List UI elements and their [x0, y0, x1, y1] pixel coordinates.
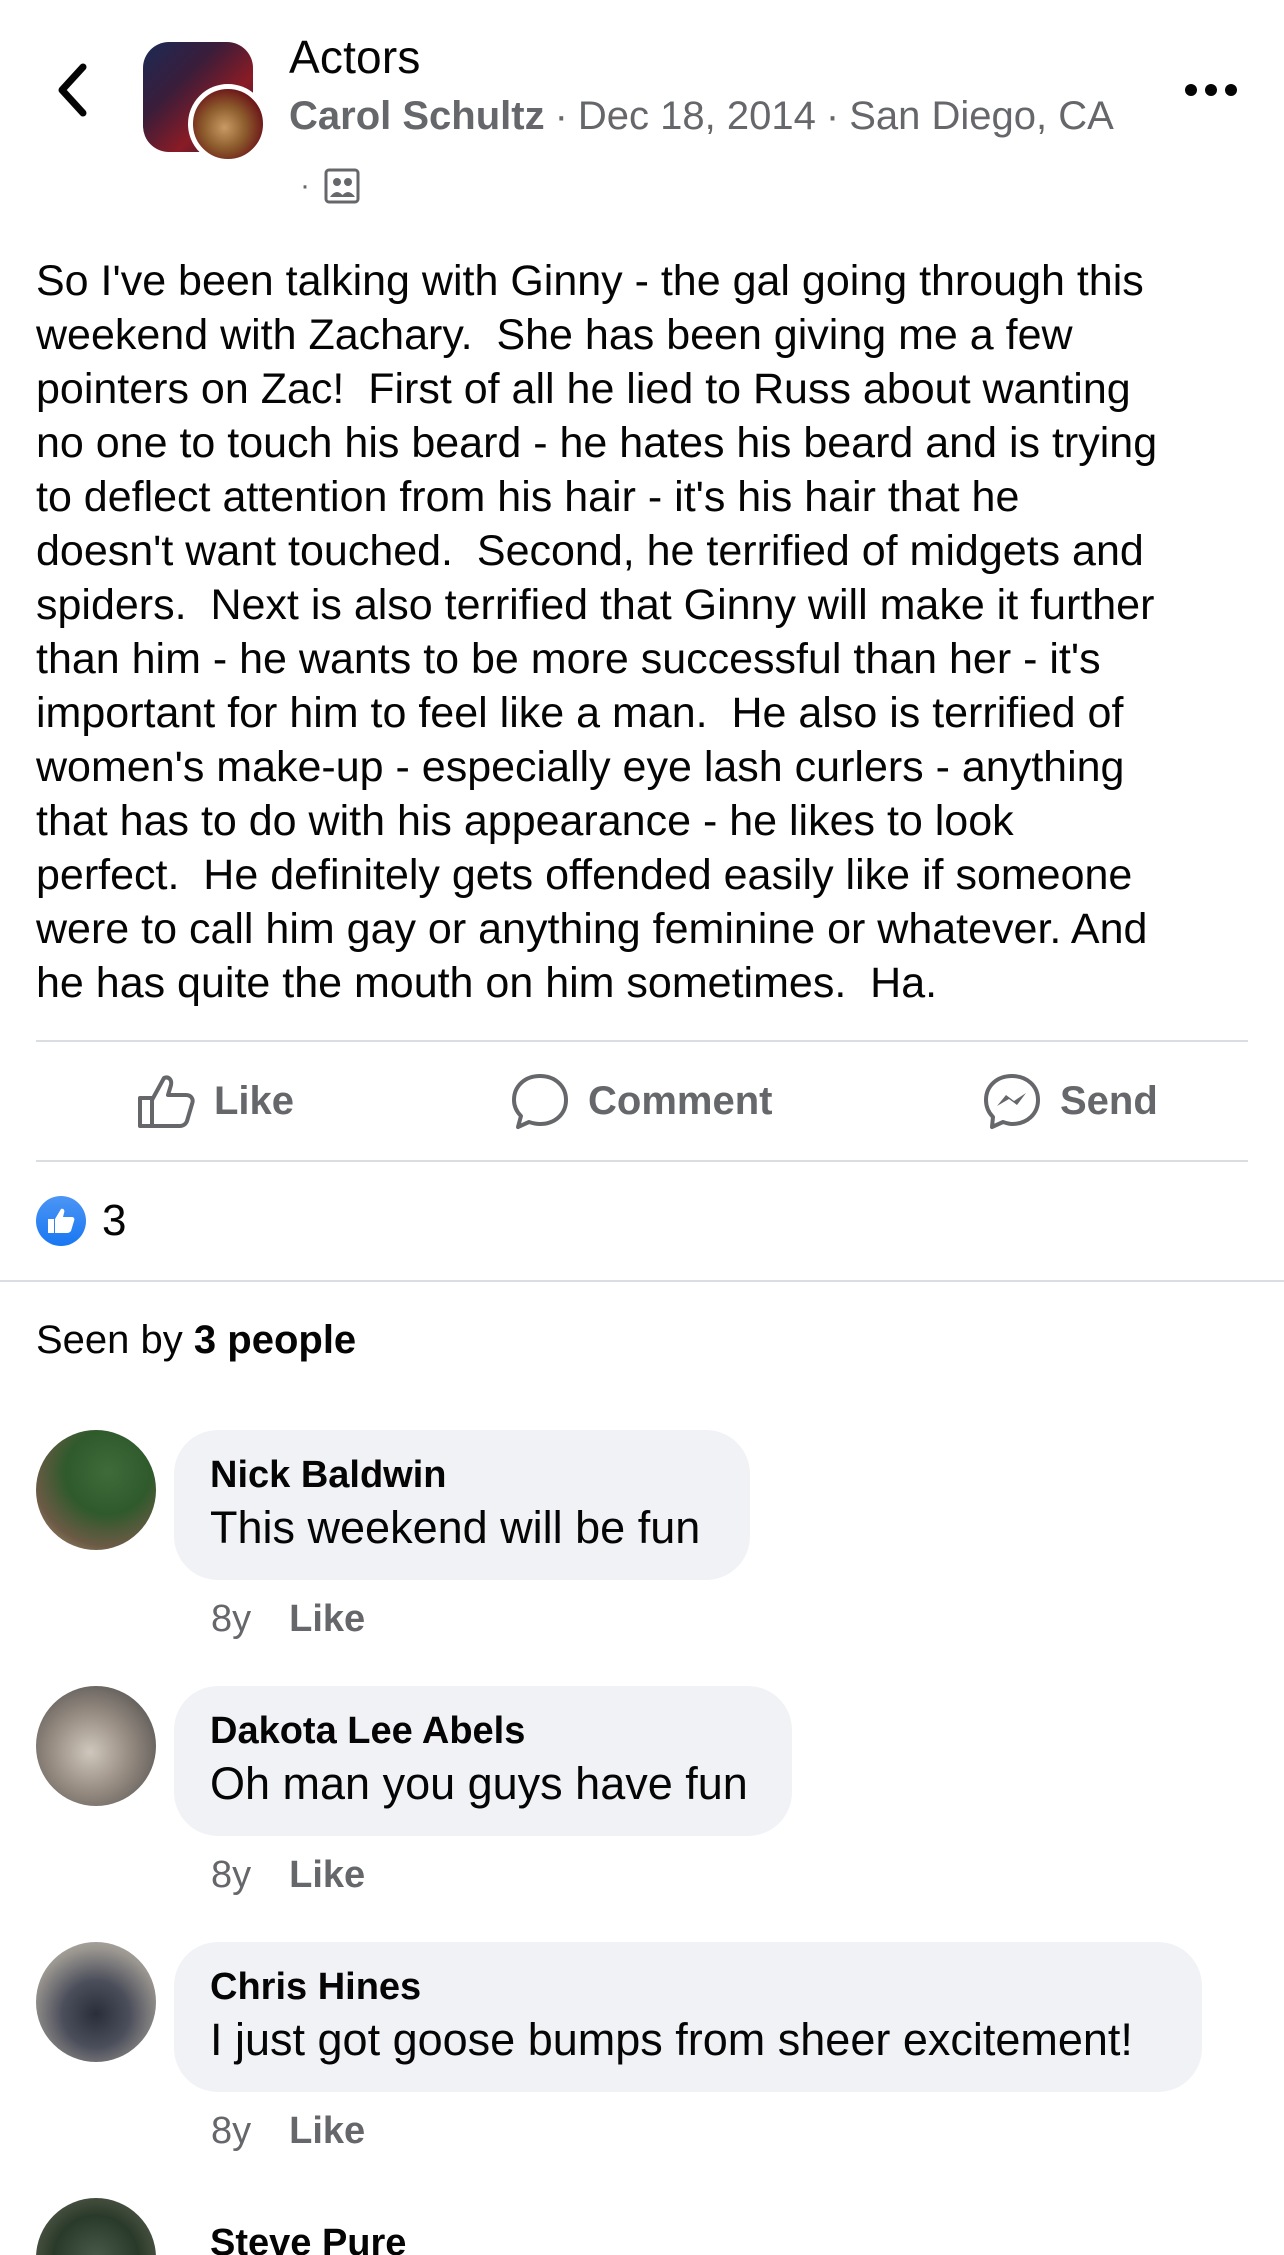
like-label: Like [214, 1078, 295, 1123]
comment-time: 8y [211, 1598, 252, 1640]
send-button[interactable]: Send [982, 1042, 1158, 1160]
commenter-name[interactable]: Nick Baldwin [210, 1452, 714, 1498]
avatar[interactable] [36, 2198, 156, 2255]
meta-separator: · [300, 169, 310, 202]
comment-meta: 8y Like [211, 1598, 365, 1641]
post-date[interactable]: Dec 18, 2014 [578, 94, 816, 138]
avatar[interactable] [36, 1686, 156, 1806]
group-members-icon [324, 168, 360, 204]
group-avatar[interactable] [143, 42, 268, 164]
more-options-button[interactable] [1180, 70, 1242, 110]
comment-meta: 8y Like [211, 2110, 365, 2153]
comment-bubble[interactable]: Chris Hines I just got goose bumps from … [174, 1942, 1202, 2092]
divider [0, 1280, 1284, 1282]
chevron-left-icon [58, 63, 87, 117]
comment-label: Comment [588, 1078, 773, 1123]
more-horizontal-icon [1185, 84, 1237, 96]
comment-button[interactable]: Comment [510, 1042, 772, 1160]
post-meta: Carol Schultz · Dec 18, 2014 · San Diego, CA [289, 94, 1114, 139]
author-avatar[interactable] [188, 84, 268, 164]
comment-time: 8y [211, 2110, 252, 2152]
comment-text: Oh man you guys have fun [210, 1758, 748, 1809]
comment-like-button[interactable]: Like [289, 2110, 365, 2153]
commenter-name[interactable]: Steve Pure [210, 2220, 478, 2255]
like-reaction-icon [36, 1196, 86, 1246]
comment-meta: 8y Like [211, 1854, 365, 1897]
comment-bubble[interactable]: Dakota Lee Abels Oh man you guys have fu… [174, 1686, 792, 1836]
author-name[interactable]: Carol Schultz [289, 94, 545, 138]
seen-by[interactable]: Seen by 3 people [36, 1318, 356, 1363]
comment-bubble[interactable]: Steve Pure [174, 2198, 514, 2255]
back-button[interactable] [50, 58, 94, 122]
seen-by-count: 3 people [193, 1318, 357, 1362]
messenger-icon [984, 1074, 1040, 1129]
post-location[interactable]: San Diego, CA [849, 94, 1114, 138]
comment-bubble[interactable]: Nick Baldwin This weekend will be fun [174, 1430, 750, 1580]
audience-line: · [300, 168, 360, 204]
avatar[interactable] [36, 1942, 156, 2062]
comment-text: This weekend will be fun [210, 1502, 701, 1553]
thumbs-up-icon [138, 1075, 195, 1128]
divider [36, 1160, 1248, 1162]
like-button[interactable]: Like [136, 1042, 294, 1160]
meta-separator: · [554, 94, 568, 138]
comment-bubble-icon [512, 1074, 568, 1129]
commenter-name[interactable]: Chris Hines [210, 1964, 1166, 2010]
send-label: Send [1060, 1078, 1158, 1123]
post-action-bar: Like Comment Send [36, 1042, 1248, 1160]
post-text: So I've been talking with Ginny - the ga… [36, 257, 1158, 1007]
post-detail-screen: Actors Carol Schultz · Dec 18, 2014 · San Di… [0, 0, 1284, 2255]
reactions-summary[interactable]: 3 [36, 1196, 126, 1246]
reaction-count: 3 [102, 1196, 127, 1245]
comment-text: I just got goose bumps from sheer excite… [210, 2014, 1133, 2065]
meta-separator: · [825, 94, 840, 138]
comment-like-button[interactable]: Like [289, 1598, 365, 1641]
avatar[interactable] [36, 1430, 156, 1550]
group-name[interactable]: Actors [289, 30, 421, 84]
seen-by-prefix: Seen by [36, 1318, 183, 1362]
comment-like-button[interactable]: Like [289, 1854, 365, 1897]
commenter-name[interactable]: Dakota Lee Abels [210, 1708, 756, 1754]
comment-time: 8y [211, 1854, 252, 1896]
